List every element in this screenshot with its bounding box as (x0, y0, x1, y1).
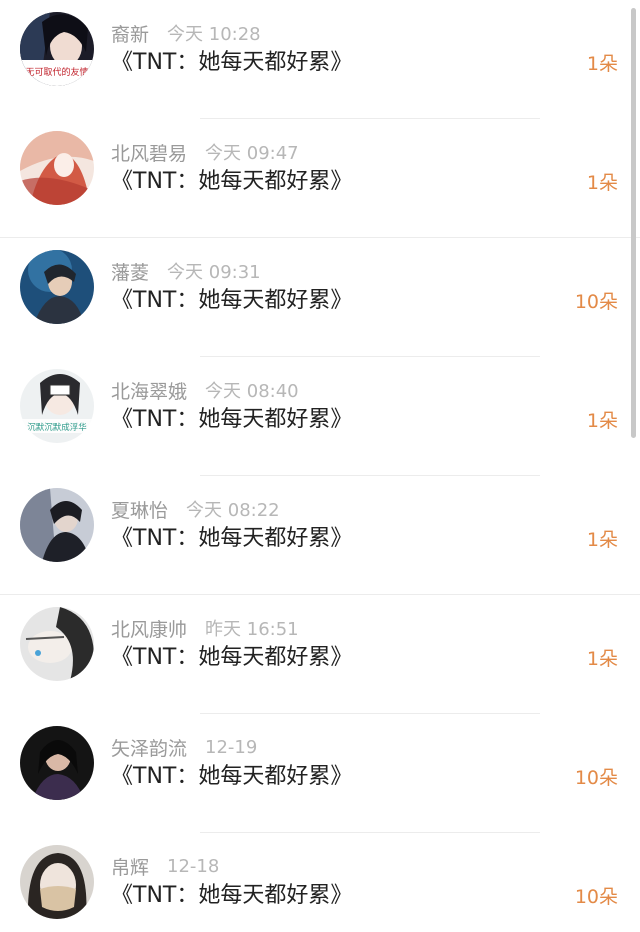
gift-count: 1朵 (586, 53, 618, 75)
gift-count: 1朵 (586, 172, 618, 194)
timestamp: 今天 09:47 (205, 143, 299, 164)
list-item[interactable]: 藩菱 今天 09:31 《TNT：她每天都好累》 10朵 (0, 238, 640, 357)
sender-name[interactable]: 矢泽韵流 (111, 734, 187, 761)
timestamp: 12-19 (205, 736, 258, 758)
avatar[interactable]: 无可取代的友情 (20, 12, 94, 86)
avatar-caption: 沉默沉默成浮华 (27, 422, 87, 433)
sender-meta: 北风碧易 今天 09:47 (111, 137, 299, 167)
gift-count: 10朵 (574, 767, 618, 789)
timestamp: 今天 09:31 (167, 262, 261, 283)
sender-name[interactable]: 藩菱 (111, 258, 149, 285)
sender-meta: 藩菱 今天 09:31 (111, 256, 261, 286)
timestamp: 今天 08:40 (205, 381, 299, 402)
message-title: 《TNT：她每天都好累》 (111, 883, 353, 908)
sender-name[interactable]: 夏琳怡 (111, 496, 168, 523)
sender-name[interactable]: 北风碧易 (111, 139, 187, 166)
sender-meta: 北风康帅 昨天 16:51 (111, 613, 299, 643)
timestamp: 今天 08:22 (186, 500, 280, 521)
timestamp: 今天 10:28 (167, 24, 261, 45)
message-title: 《TNT：她每天都好累》 (111, 288, 353, 313)
sender-meta: 帛辉 12-18 (111, 851, 219, 881)
avatar[interactable]: 沉默沉默成浮华 (20, 369, 94, 443)
list-item[interactable]: 沉默沉默成浮华 北海翠娥 今天 08:40 《TNT：她每天都好累》 1朵 (0, 357, 640, 476)
gift-count: 10朵 (574, 291, 618, 313)
scrollbar[interactable] (631, 8, 636, 438)
message-title: 《TNT：她每天都好累》 (111, 407, 353, 432)
avatar[interactable] (20, 250, 94, 324)
list-item[interactable]: 无可取代的友情 裔新 今天 10:28 《TNT：她每天都好累》 1朵 (0, 0, 640, 119)
avatar[interactable] (20, 607, 94, 681)
avatar[interactable] (20, 131, 94, 205)
gift-count: 10朵 (574, 886, 618, 908)
gift-count: 1朵 (586, 648, 618, 670)
sender-meta: 裔新 今天 10:28 (111, 18, 261, 48)
timestamp: 12-18 (167, 855, 220, 877)
message-title: 《TNT：她每天都好累》 (111, 526, 353, 551)
message-title: 《TNT：她每天都好累》 (111, 764, 353, 789)
avatar[interactable] (20, 845, 94, 919)
list-item[interactable]: 北风碧易 今天 09:47 《TNT：她每天都好累》 1朵 (0, 119, 640, 238)
list-item[interactable]: 矢泽韵流 12-19 《TNT：她每天都好累》 10朵 (0, 714, 640, 833)
list-item[interactable]: 夏琳怡 今天 08:22 《TNT：她每天都好累》 1朵 (0, 476, 640, 595)
sender-meta: 矢泽韵流 12-19 (111, 732, 257, 762)
timestamp: 昨天 16:51 (205, 619, 299, 640)
avatar-caption: 无可取代的友情 (25, 66, 88, 78)
sender-name[interactable]: 裔新 (111, 20, 149, 47)
message-title: 《TNT：她每天都好累》 (111, 50, 353, 75)
gift-count: 1朵 (586, 410, 618, 432)
sender-name[interactable]: 北风康帅 (111, 615, 187, 642)
sender-name[interactable]: 北海翠娥 (111, 377, 187, 404)
gift-count: 1朵 (586, 529, 618, 551)
avatar[interactable] (20, 726, 94, 800)
list-item[interactable]: 帛辉 12-18 《TNT：她每天都好累》 10朵 (0, 833, 640, 932)
list-item[interactable]: 北风康帅 昨天 16:51 《TNT：她每天都好累》 1朵 (0, 595, 640, 714)
sender-meta: 夏琳怡 今天 08:22 (111, 494, 280, 524)
sender-meta: 北海翠娥 今天 08:40 (111, 375, 299, 405)
message-title: 《TNT：她每天都好累》 (111, 169, 353, 194)
sender-name[interactable]: 帛辉 (111, 853, 149, 880)
message-title: 《TNT：她每天都好累》 (111, 645, 353, 670)
avatar[interactable] (20, 488, 94, 562)
message-list: 无可取代的友情 裔新 今天 10:28 《TNT：她每天都好累》 1朵 北风碧易… (0, 0, 640, 932)
